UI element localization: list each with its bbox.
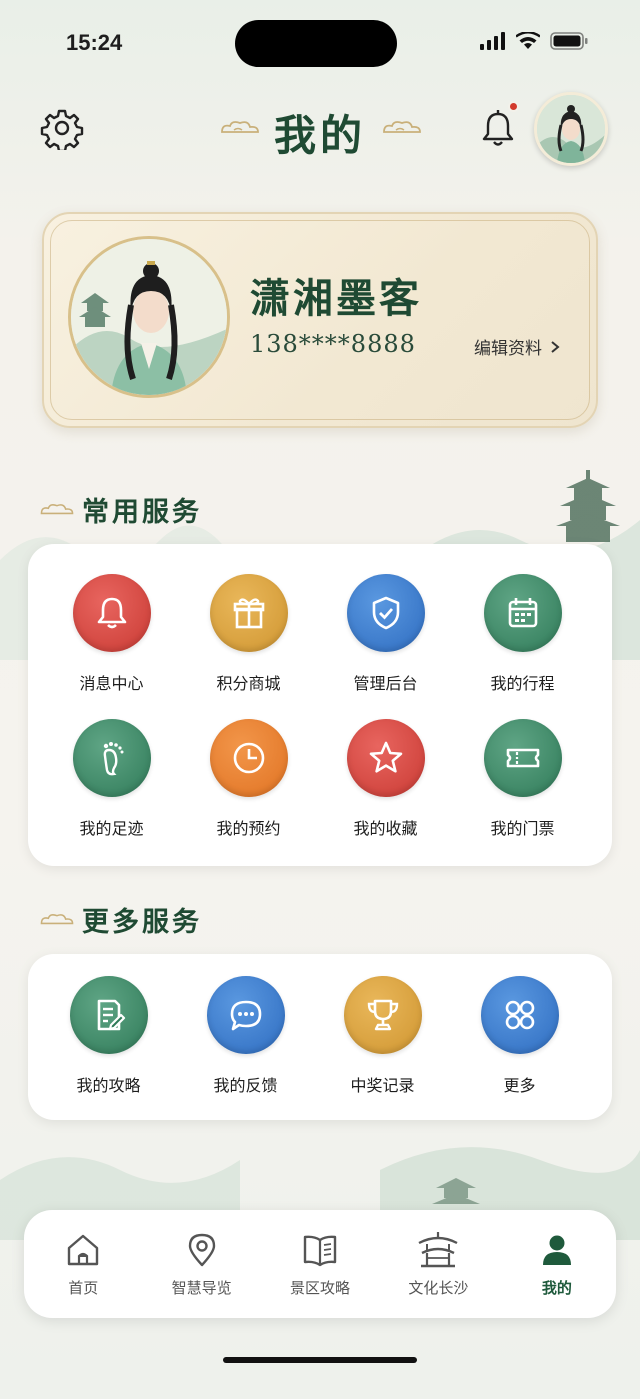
ticket-icon (506, 748, 539, 768)
profile-card[interactable]: 潇湘墨客 138****8888 编辑资料 (42, 212, 598, 428)
section-header-common: 常用服务 (38, 490, 202, 529)
service-admin[interactable]: 管理后台 (317, 574, 454, 694)
service-label: 我的反馈 (213, 1076, 278, 1095)
status-time: 15:24 (66, 30, 123, 55)
status-bar: 15:24 (0, 0, 640, 90)
service-label: 我的行程 (490, 674, 555, 693)
shield-check-icon (372, 596, 399, 630)
tab-culture-changsha[interactable]: 文化长沙 (379, 1210, 497, 1318)
page-title: 我的 (273, 111, 366, 160)
service-footprints[interactable]: 我的足迹 (43, 719, 180, 839)
home-indicator (223, 1357, 417, 1363)
tab-label: 智慧导览 (171, 1278, 232, 1297)
tab-smart-guide[interactable]: 智慧导览 (142, 1210, 260, 1318)
service-points-mall[interactable]: 积分商城 (180, 574, 317, 694)
notification-badge (508, 101, 519, 112)
chevron-right-icon (551, 340, 560, 353)
bell-icon (482, 110, 514, 146)
service-label: 我的足迹 (79, 819, 144, 838)
service-label: 我的攻略 (76, 1076, 141, 1095)
service-my-guides[interactable]: 我的攻略 (40, 976, 177, 1096)
service-label: 更多 (503, 1076, 536, 1095)
tab-home[interactable]: 首页 (24, 1210, 142, 1318)
cloud-ornament-icon (40, 503, 74, 514)
dynamic-island (235, 20, 397, 67)
service-message-center[interactable]: 消息中心 (43, 574, 180, 694)
footprint-icon (103, 742, 123, 776)
service-label: 我的预约 (216, 819, 281, 838)
section-header-more: 更多服务 (38, 900, 202, 939)
edit-profile-link[interactable]: 编辑资料 (474, 334, 560, 359)
cellular-signal-icon (480, 32, 505, 50)
status-icons (480, 32, 588, 50)
service-label: 中奖记录 (350, 1076, 415, 1095)
tab-bar: 首页 智慧导览 景区攻略 文化长沙 我的 (24, 1210, 616, 1318)
tab-label: 我的 (541, 1278, 572, 1297)
service-prize-records[interactable]: 中奖记录 (314, 976, 451, 1096)
service-itinerary[interactable]: 我的行程 (454, 574, 591, 694)
user-icon (542, 1235, 571, 1265)
book-icon (303, 1235, 337, 1266)
tab-mine[interactable]: 我的 (498, 1210, 616, 1318)
avatar-portrait (71, 239, 227, 395)
pavilion-icon (418, 1231, 458, 1267)
header-avatar[interactable] (534, 92, 608, 166)
edit-profile-label: 编辑资料 (474, 339, 542, 359)
common-services-card: 消息中心 积分商城 管理后台 我的行程 我的足迹 我的预约 我的收藏 我的门票 (28, 544, 612, 866)
wifi-icon (516, 32, 540, 49)
service-feedback[interactable]: 我的反馈 (177, 976, 314, 1096)
service-label: 管理后台 (353, 674, 418, 693)
location-pin-icon (188, 1233, 215, 1266)
calendar-icon (508, 598, 537, 628)
service-label: 消息中心 (79, 674, 144, 693)
service-reservations[interactable]: 我的预约 (180, 719, 317, 839)
clock-icon (233, 742, 264, 774)
star-icon (369, 741, 402, 773)
battery-icon (550, 32, 588, 50)
tab-label: 景区攻略 (290, 1278, 351, 1297)
home-icon (68, 1234, 99, 1265)
cloud-ornament-icon (383, 121, 421, 133)
service-more[interactable]: 更多 (451, 976, 588, 1096)
section-title: 常用服务 (82, 497, 202, 528)
tab-label: 文化长沙 (408, 1278, 469, 1297)
tab-label: 首页 (68, 1278, 99, 1297)
gift-icon (233, 598, 264, 629)
service-label: 我的门票 (490, 819, 555, 838)
cloud-ornament-icon (40, 913, 74, 924)
user-name: 潇湘墨客 (250, 275, 422, 322)
service-favorites[interactable]: 我的收藏 (317, 719, 454, 839)
notification-button[interactable] (476, 106, 520, 150)
grid-icon (505, 1000, 534, 1030)
service-label: 我的收藏 (353, 819, 418, 838)
profile-avatar[interactable] (68, 236, 230, 398)
chat-bubble-icon (230, 1000, 261, 1031)
service-tickets[interactable]: 我的门票 (454, 719, 591, 839)
service-label: 积分商城 (216, 674, 281, 693)
more-services-card: 我的攻略 我的反馈 中奖记录 更多 (28, 954, 612, 1120)
user-phone: 138****8888 (250, 330, 416, 358)
trophy-icon (367, 999, 398, 1031)
tab-scenic-guide[interactable]: 景区攻略 (261, 1210, 379, 1318)
section-title: 更多服务 (82, 907, 202, 938)
avatar-portrait (537, 95, 605, 163)
bell-icon (97, 597, 126, 629)
note-edit-icon (97, 999, 125, 1031)
